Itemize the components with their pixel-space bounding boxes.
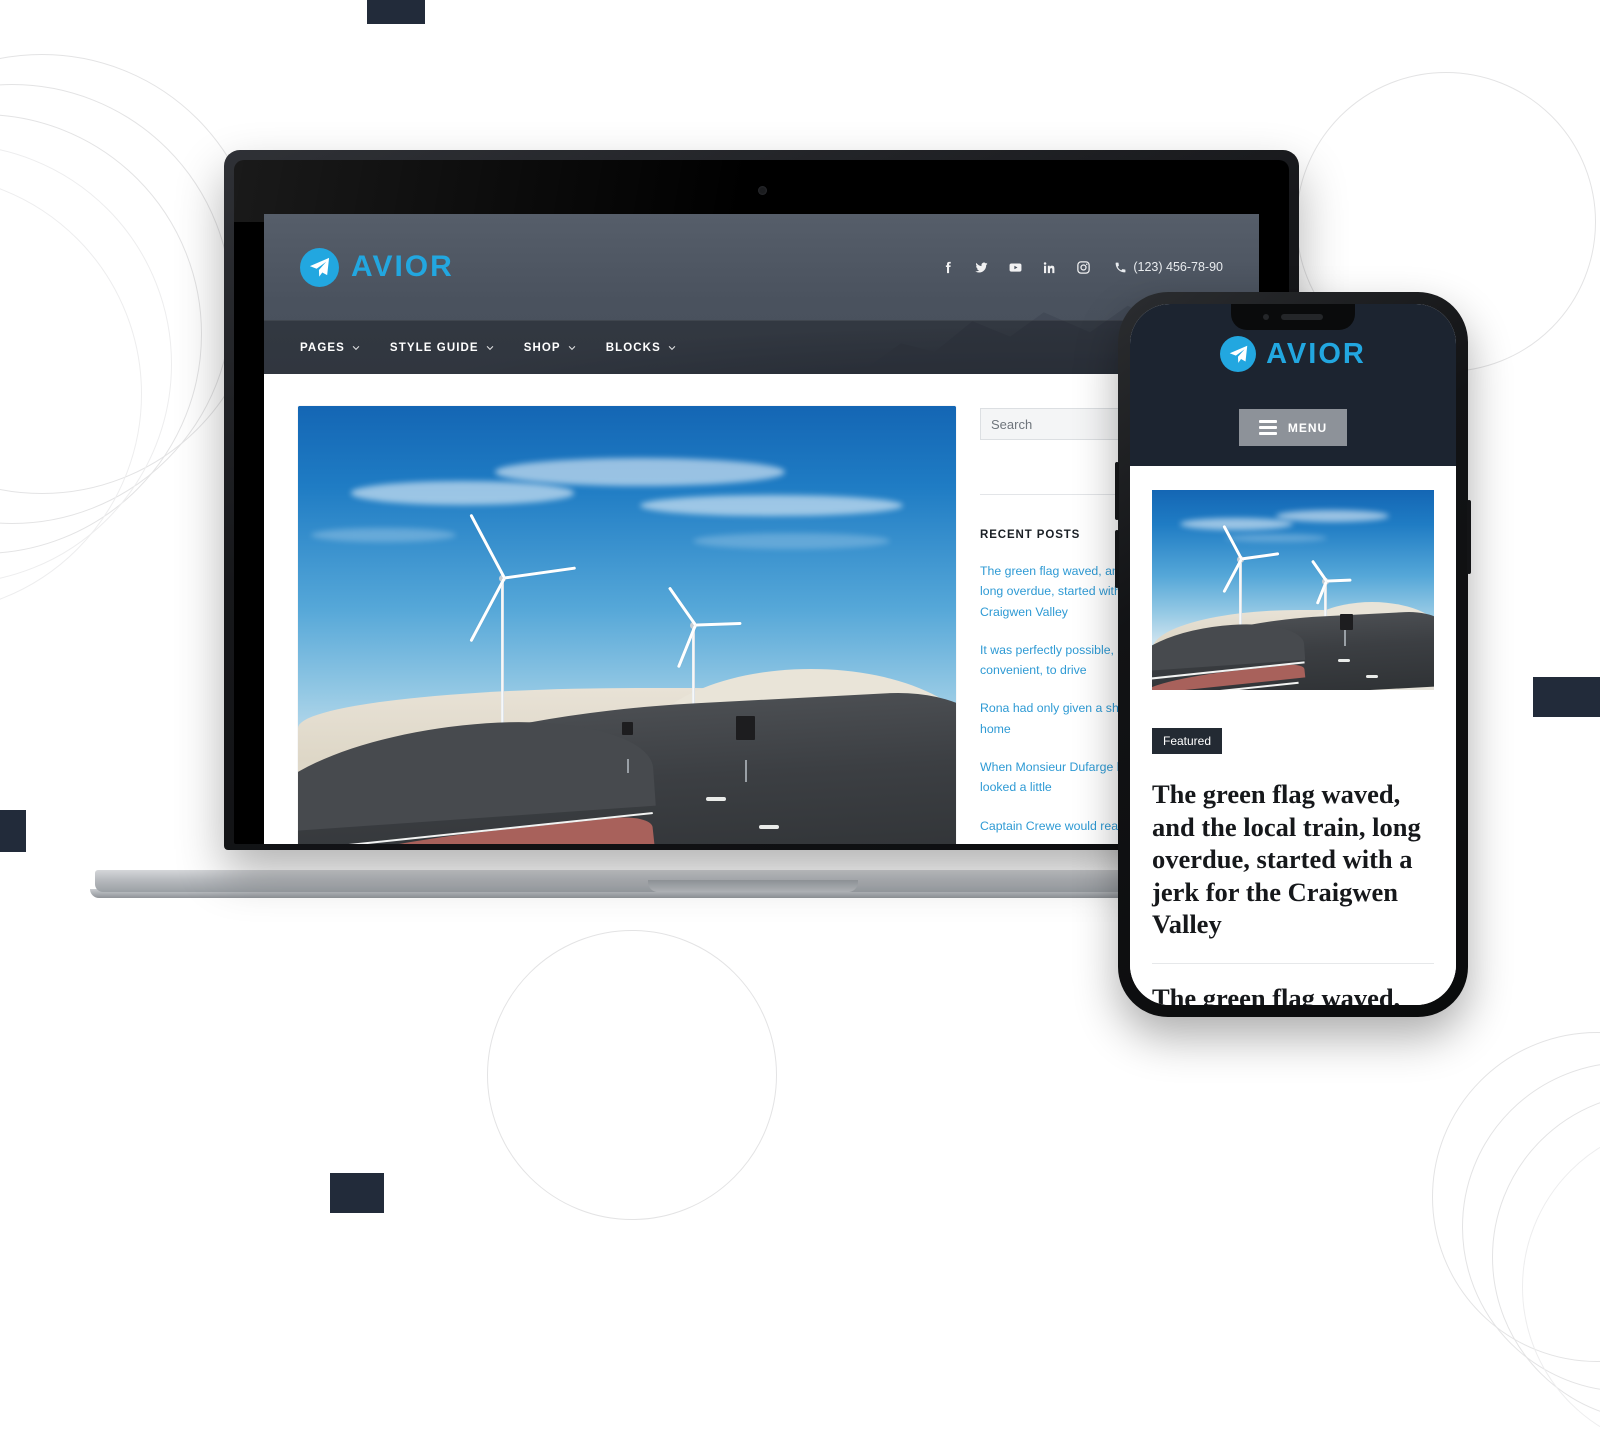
mobile-thumb-photo xyxy=(1152,490,1434,690)
decor-square-left xyxy=(0,810,26,852)
decor-ring-bottomright-3 xyxy=(1492,1092,1600,1422)
brand-name: AVIOR xyxy=(351,250,454,283)
youtube-icon[interactable] xyxy=(1008,260,1023,275)
phone-screen: AVIOR MENU Featured The green flag waved… xyxy=(1130,304,1456,1005)
chevron-down-icon xyxy=(568,345,575,350)
decor-ring-bottomright-1 xyxy=(1432,1032,1600,1362)
bezel-glare xyxy=(234,160,889,222)
webcam-icon xyxy=(757,186,767,195)
decor-ring-left-4 xyxy=(0,144,172,584)
linkedin-icon[interactable] xyxy=(1042,260,1057,275)
facebook-icon[interactable] xyxy=(940,260,955,275)
laptop-base-notch xyxy=(647,880,858,892)
decor-ring-bottomright-4 xyxy=(1522,1122,1600,1452)
site-header: AVIOR (123) 456-78-90 PAGES STYLE GUIDE … xyxy=(264,214,1259,374)
phone-notch xyxy=(1231,304,1355,330)
mobile-content: Featured The green flag waved, and the l… xyxy=(1130,466,1456,1005)
phone-mockup: AVIOR MENU Featured The green flag waved… xyxy=(1115,292,1471,1017)
decor-ring-bottomright-2 xyxy=(1462,1062,1600,1392)
brand-logo[interactable]: AVIOR xyxy=(300,247,454,287)
paper-plane-icon xyxy=(1220,336,1257,372)
decor-ring-left-3 xyxy=(0,114,202,554)
hamburger-icon xyxy=(1258,420,1277,435)
phone-volume-buttons xyxy=(1115,462,1119,520)
phone-volume-down xyxy=(1115,530,1119,588)
mobile-post-divider xyxy=(1152,962,1434,964)
instagram-icon[interactable] xyxy=(1076,260,1091,275)
road-sign-small xyxy=(621,722,633,735)
site-content: Search RECENT POSTS The green flag waved… xyxy=(264,374,1259,844)
front-camera-icon xyxy=(1263,314,1269,320)
header-social-row: (123) 456-78-90 xyxy=(940,260,1223,275)
nav-item-blocks[interactable]: BLOCKS xyxy=(606,342,676,354)
mobile-post-thumbnail[interactable] xyxy=(1152,490,1434,690)
mobile-menu-label: MENU xyxy=(1287,420,1328,435)
mobile-menu-button[interactable]: MENU xyxy=(1238,409,1348,446)
nav-item-shop[interactable]: SHOP xyxy=(524,342,576,354)
chevron-down-icon xyxy=(668,345,676,350)
hero-photo xyxy=(298,406,956,844)
twitter-icon[interactable] xyxy=(974,260,989,275)
phone-power-button xyxy=(1467,500,1471,574)
header-top-row: AVIOR (123) 456-78-90 xyxy=(264,214,1259,320)
header-phone[interactable]: (123) 456-78-90 xyxy=(1114,260,1223,274)
decor-ring-left-5 xyxy=(0,174,142,614)
earpiece-speaker xyxy=(1281,314,1323,320)
phone-icon xyxy=(1115,262,1126,272)
mobile-menu-row: MENU xyxy=(1130,409,1456,466)
decor-ring-left-2 xyxy=(0,84,232,524)
nav-item-pages[interactable]: PAGES xyxy=(300,342,360,354)
mobile-brand-name: AVIOR xyxy=(1266,337,1366,370)
search-placeholder: Search xyxy=(991,416,1033,432)
nav-item-pages-label: PAGES xyxy=(300,341,345,354)
mobile-next-post-title[interactable]: The green flag waved, and the local trai… xyxy=(1152,982,1434,1005)
nav-item-style-guide[interactable]: STYLE GUIDE xyxy=(390,342,494,354)
chevron-down-icon xyxy=(486,345,493,350)
mobile-post-title[interactable]: The green flag waved, and the local trai… xyxy=(1152,778,1434,941)
nav-item-style-guide-label: STYLE GUIDE xyxy=(389,341,479,354)
mobile-header: AVIOR xyxy=(1130,304,1456,409)
road-sign-large xyxy=(736,715,756,740)
main-navigation: PAGES STYLE GUIDE SHOP BLOCKS xyxy=(264,320,1259,374)
nav-item-shop-label: SHOP xyxy=(523,341,561,354)
decor-square-top xyxy=(367,0,425,24)
nav-item-blocks-label: BLOCKS xyxy=(605,341,661,354)
laptop-screen: AVIOR (123) 456-78-90 PAGES STYLE GUIDE … xyxy=(264,214,1259,844)
hero-image xyxy=(298,406,956,844)
paper-plane-icon xyxy=(300,247,339,287)
featured-badge: Featured xyxy=(1152,728,1223,754)
chevron-down-icon xyxy=(352,345,360,350)
decor-ring-bottomcenter xyxy=(487,930,777,1220)
decor-square-bottom xyxy=(330,1173,384,1213)
decor-square-right xyxy=(1533,677,1600,717)
header-phone-number: (123) 456-78-90 xyxy=(1133,260,1223,274)
